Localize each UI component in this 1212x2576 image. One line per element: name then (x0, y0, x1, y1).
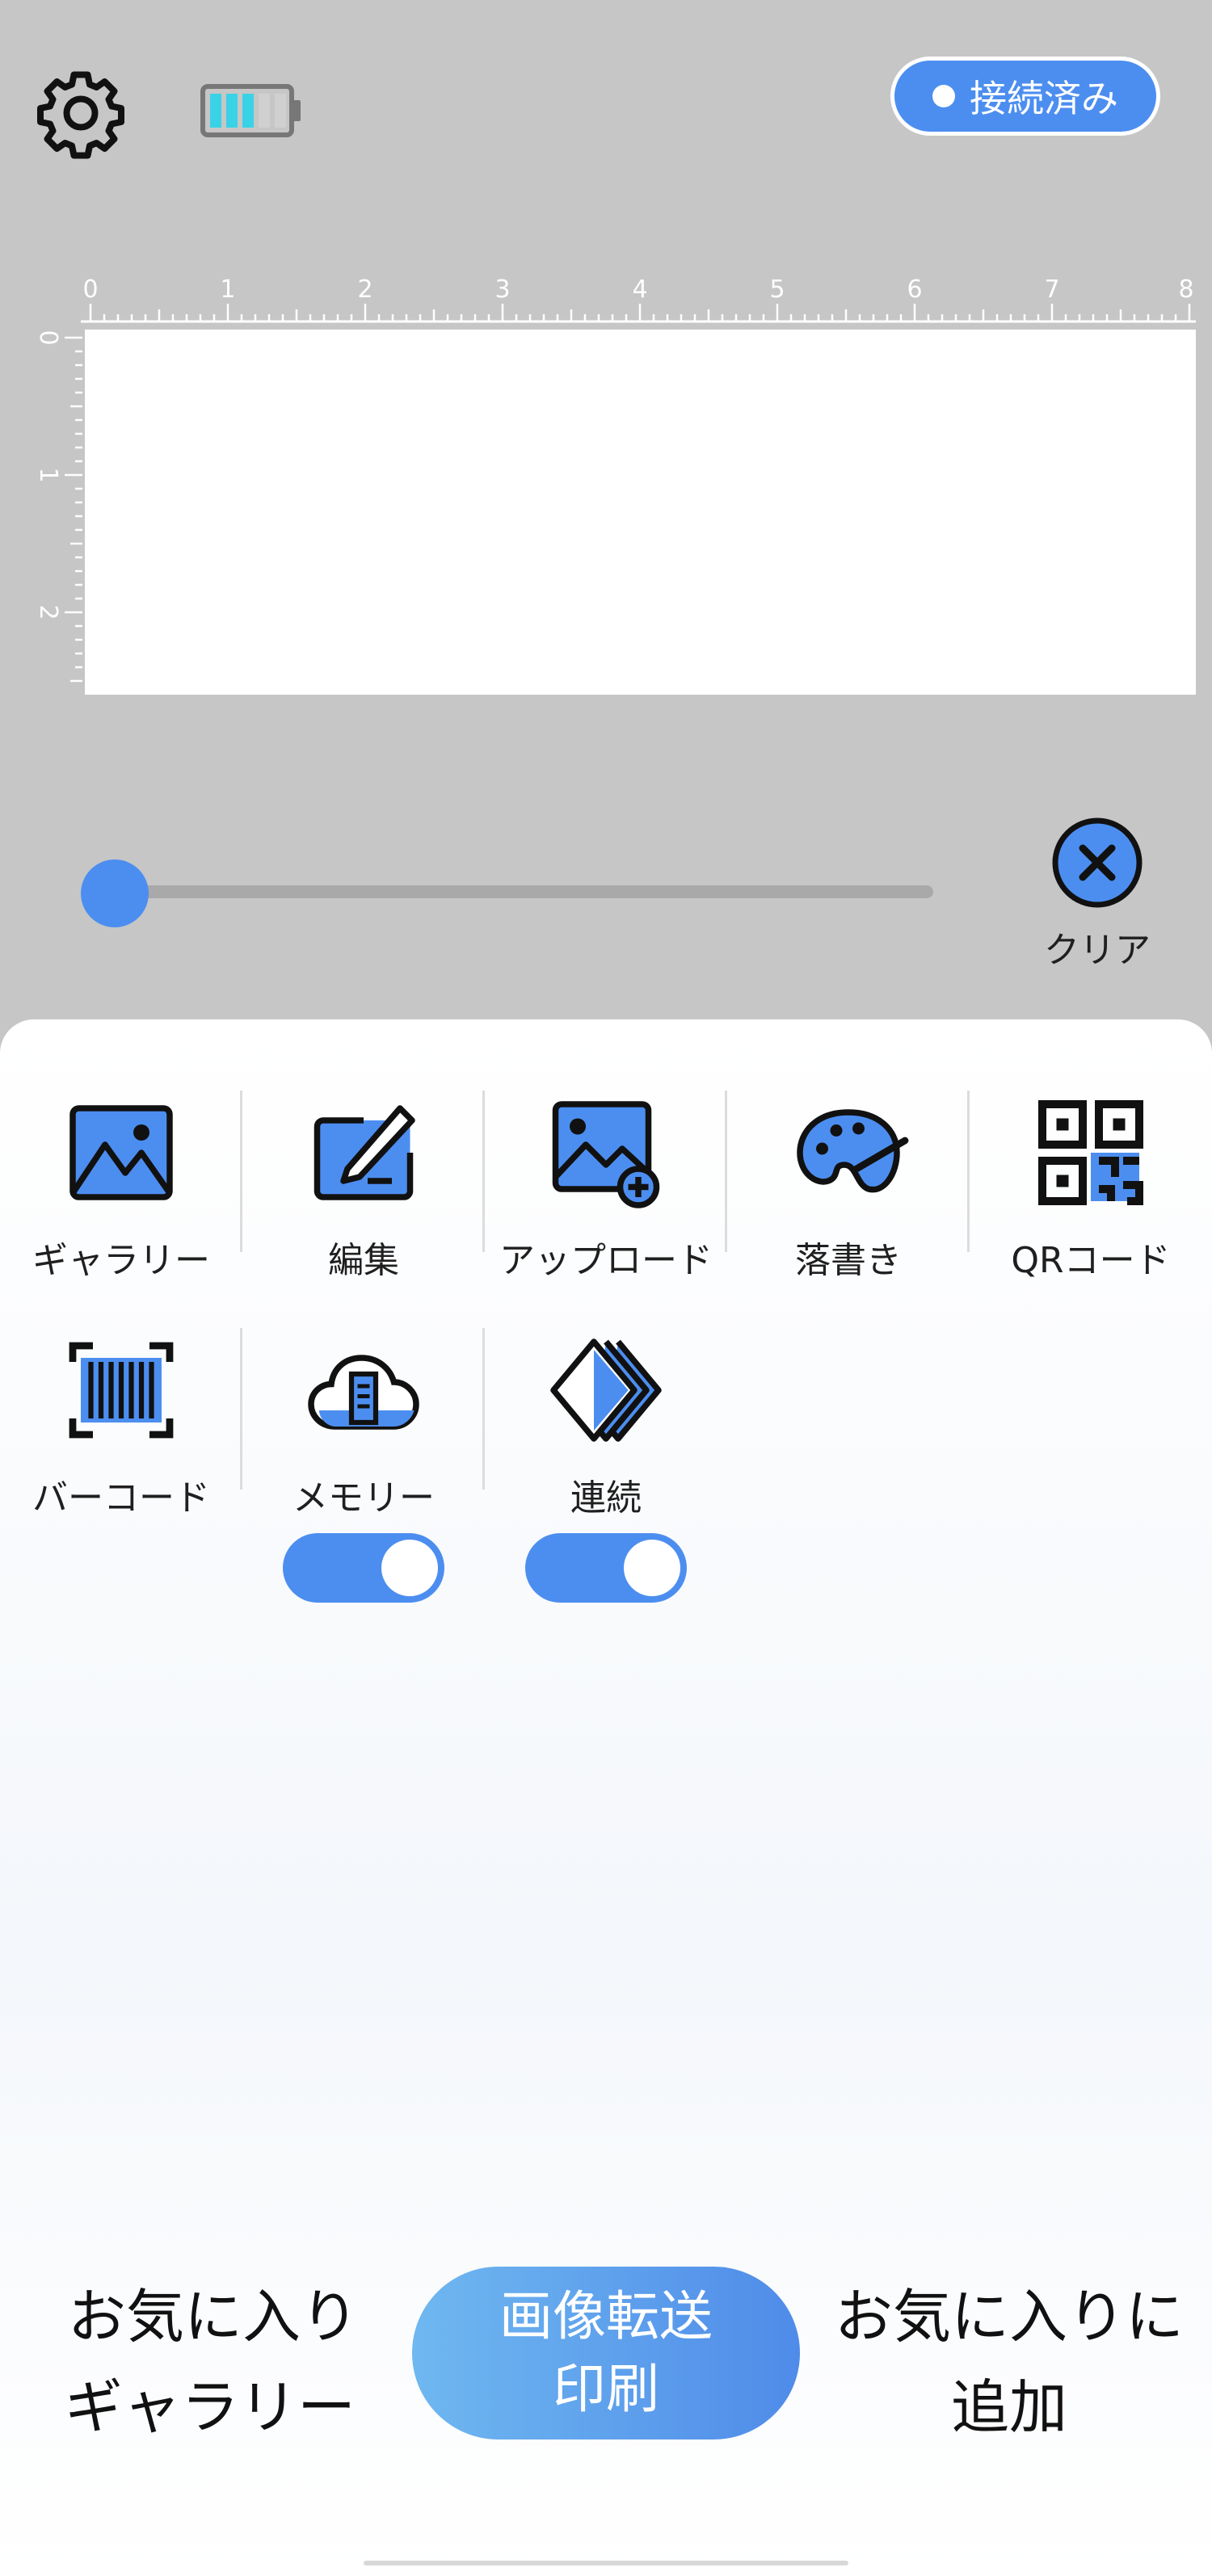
slider-thumb[interactable] (81, 859, 149, 927)
battery-icon (200, 84, 301, 137)
favorites-gallery-button[interactable]: お気に入り ギャラリー (32, 2271, 388, 2452)
ruler-label: 8 (1178, 275, 1193, 304)
tool-edit-label: 編集 (328, 1240, 399, 1281)
ruler-label: 5 (769, 275, 785, 304)
ruler-label: 7 (1044, 275, 1059, 304)
add-to-favorites-button[interactable]: お気に入りに 追加 (827, 2271, 1191, 2452)
clear-label[interactable]: クリア (1026, 921, 1168, 973)
battery-cell (242, 94, 254, 128)
toggle-knob (381, 1540, 438, 1596)
add-favorite-line1: お気に入りに (834, 2283, 1184, 2351)
vertical-ruler: 0 1 2 (34, 330, 82, 683)
tool-doodle-label: 落書き (795, 1240, 902, 1281)
gallery-icon (69, 1105, 173, 1200)
transfer-print-button[interactable]: 画像転送 印刷 (412, 2267, 800, 2439)
ruler-label: 2 (34, 604, 62, 620)
add-favorite-line2: 追加 (950, 2373, 1067, 2441)
ruler-label: 2 (357, 275, 372, 304)
print-button-line1: 画像転送 (499, 2285, 713, 2347)
battery-cell (210, 94, 221, 128)
edit-icon (314, 1105, 415, 1200)
tool-upload[interactable]: アップロード (485, 1092, 727, 1283)
battery-cell (226, 94, 238, 128)
ruler-label: 4 (632, 275, 647, 304)
tool-memory[interactable]: メモリー (242, 1330, 485, 1520)
battery-cell (259, 94, 270, 128)
tool-qrcode[interactable]: QRコード (970, 1092, 1212, 1283)
tool-edit[interactable]: 編集 (242, 1092, 485, 1283)
status-dot-icon (932, 85, 955, 107)
ruler-label: 1 (220, 275, 235, 304)
layers-icon (550, 1338, 662, 1442)
tool-qrcode-label: QRコード (1011, 1240, 1171, 1281)
label-canvas[interactable] (85, 330, 1196, 695)
image-upload-icon (552, 1101, 660, 1208)
battery-cell (275, 94, 286, 128)
barcode-icon (69, 1342, 174, 1439)
tool-memory-label: メモリー (292, 1477, 435, 1519)
slider-track[interactable] (113, 885, 933, 898)
status-label: 接続済み (970, 77, 1118, 120)
palette-icon (797, 1109, 909, 1193)
close-circle-icon[interactable] (1049, 814, 1146, 911)
memory-toggle[interactable] (283, 1533, 444, 1603)
ruler-label: 3 (494, 275, 510, 304)
toggle-knob (624, 1540, 680, 1596)
qr-code-icon (1038, 1100, 1143, 1205)
continuous-toggle[interactable] (525, 1533, 687, 1603)
connection-status-badge[interactable]: 接続済み (890, 57, 1160, 136)
ruler-label: 1 (34, 467, 62, 482)
favorites-gallery-line2: ギャラリー (64, 2373, 356, 2441)
tool-barcode-label: バーコード (32, 1477, 210, 1519)
ruler-label: 0 (34, 330, 62, 345)
tool-barcode[interactable]: バーコード (0, 1330, 242, 1520)
gear-icon[interactable] (32, 65, 129, 162)
ruler-label: 6 (907, 275, 922, 304)
horizontal-ruler: 0 1 2 3 4 5 6 7 8 (81, 275, 1196, 323)
tool-gallery-label: ギャラリー (32, 1240, 210, 1281)
cloud-storage-icon (308, 1355, 419, 1430)
favorites-gallery-line1: お気に入り (68, 2283, 360, 2351)
tool-doodle[interactable]: 落書き (727, 1092, 970, 1283)
tool-upload-label: アップロード (499, 1240, 713, 1281)
tool-gallery[interactable]: ギャラリー (0, 1092, 242, 1283)
tool-continuous-label: 連続 (570, 1477, 642, 1519)
ruler-label: 0 (82, 275, 98, 304)
home-indicator (364, 2561, 848, 2565)
print-button-line2: 印刷 (553, 2358, 659, 2420)
tool-continuous[interactable]: 連続 (485, 1330, 727, 1520)
